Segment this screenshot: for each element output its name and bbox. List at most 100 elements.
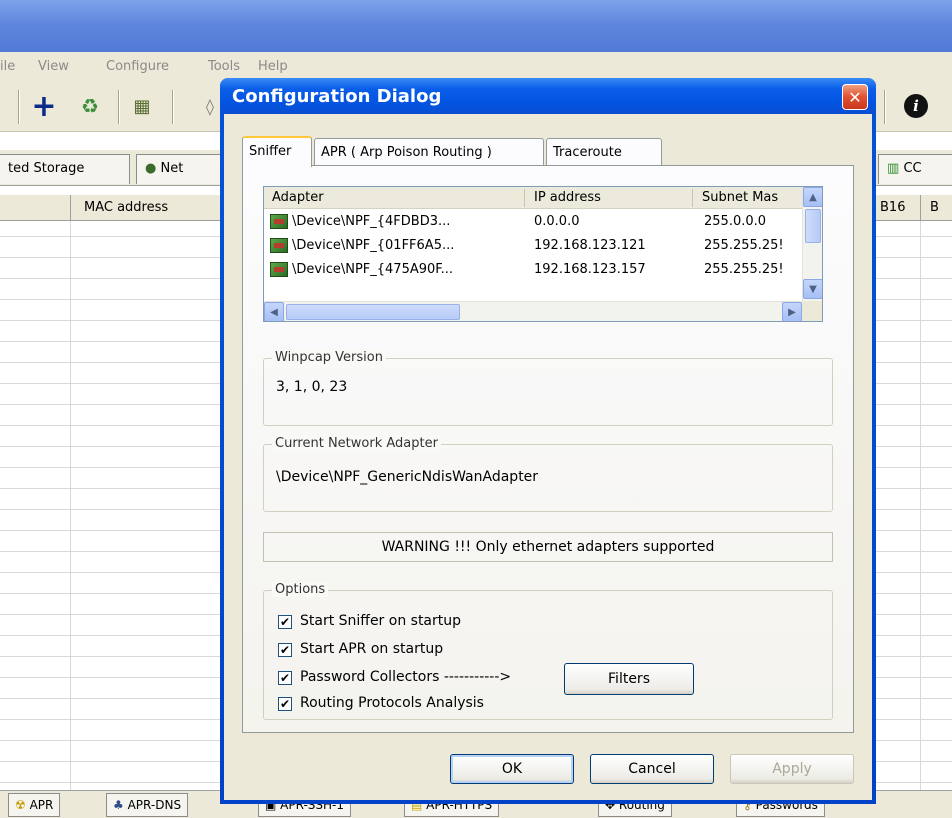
current-adapter-label: Current Network Adapter	[272, 436, 441, 451]
adapter-list[interactable]: Adapter IP address Subnet Mas \Device\NP…	[263, 186, 823, 322]
tab-network[interactable]: ● Net	[136, 154, 226, 184]
adapter-row[interactable]: \Device\NPF_{01FF6A5... 192.168.123.121 …	[264, 235, 802, 257]
scroll-up-icon[interactable]: ▲	[803, 187, 822, 207]
option-label: Start APR on startup	[300, 641, 444, 657]
tab-apr[interactable]: ☢ APR	[8, 793, 61, 817]
toolbar-separator	[884, 90, 886, 124]
menu-file[interactable]: ile	[0, 59, 15, 74]
options-label: Options	[272, 582, 329, 597]
column-b16[interactable]: B16	[880, 200, 905, 215]
button-label: Apply	[772, 761, 812, 777]
about-icon[interactable]: i	[904, 94, 928, 118]
column-divider[interactable]	[692, 189, 693, 207]
adapter-mask: 255.0.0.0	[704, 214, 767, 229]
tab-label: CC	[903, 161, 922, 176]
warning-text: WARNING !!! Only ethernet adapters suppo…	[381, 539, 715, 555]
adapter-mask: 255.255.25!	[704, 262, 784, 277]
adapter-name: \Device\NPF_{4FDBD3...	[292, 214, 451, 229]
add-icon[interactable]: +	[30, 89, 58, 124]
app-menubar: ile View Configure Tools Help	[0, 52, 952, 80]
toolbar-separator	[172, 90, 174, 124]
option-label: Start Sniffer on startup	[300, 613, 462, 629]
column-mac-address[interactable]: MAC address	[84, 200, 168, 215]
toolbar-separator	[118, 90, 120, 124]
tab-label: Traceroute	[553, 145, 622, 160]
checkbox-checked[interactable]: ✔	[278, 615, 292, 629]
adapter-name: \Device\NPF_{01FF6A5...	[292, 238, 455, 253]
tab-apr-dns[interactable]: ♣ APR-DNS	[106, 793, 189, 817]
sniffer-panel: Adapter IP address Subnet Mas \Device\NP…	[242, 165, 854, 733]
column-b[interactable]: B	[930, 200, 939, 215]
tab-label: APR ( Arp Poison Routing )	[321, 145, 492, 160]
recycle-bin-icon[interactable]: ♻	[76, 92, 104, 120]
dialog-titlebar[interactable]: Configuration Dialog ✕	[220, 78, 876, 114]
scroll-right-icon[interactable]: ▶	[782, 302, 802, 321]
adapter-ip: 192.168.123.157	[534, 262, 646, 277]
tab-traceroute[interactable]: Traceroute	[546, 138, 662, 166]
network-icon: ●	[145, 161, 157, 176]
column-subnet-mask[interactable]: Subnet Mas	[702, 190, 778, 205]
scroll-thumb[interactable]	[286, 304, 460, 320]
column-divider[interactable]	[524, 189, 525, 207]
winpcap-group: Winpcap Version 3, 1, 0, 23	[263, 350, 833, 426]
filters-button[interactable]: Filters	[564, 663, 694, 695]
close-icon[interactable]: ✕	[842, 84, 868, 110]
current-adapter-value: \Device\NPF_GenericNdisWanAdapter	[276, 469, 539, 485]
ethernet-warning: WARNING !!! Only ethernet adapters suppo…	[263, 532, 833, 562]
adapter-list-hscrollbar[interactable]: ◀ ▶	[264, 301, 802, 321]
scroll-thumb[interactable]	[805, 209, 821, 243]
column-divider	[70, 195, 71, 221]
adapter-row[interactable]: \Device\NPF_{4FDBD3... 0.0.0.0 255.0.0.0	[264, 211, 802, 233]
tab-sniffer[interactable]: Sniffer	[242, 136, 312, 167]
current-adapter-group: Current Network Adapter \Device\NPF_Gene…	[263, 436, 833, 512]
toolbar-separator	[18, 90, 20, 124]
tab-label: APR-DNS	[127, 798, 182, 812]
scroll-corner	[802, 301, 822, 321]
column-ip-address[interactable]: IP address	[534, 190, 601, 205]
chart-icon: ▥	[887, 161, 900, 176]
tab-label: Sniffer	[249, 144, 292, 159]
apply-button[interactable]: Apply	[730, 754, 854, 784]
adapter-list-vscrollbar[interactable]: ▲ ▼	[802, 187, 822, 301]
network-card-icon	[270, 214, 288, 229]
adapter-ip: 192.168.123.121	[534, 238, 646, 253]
cancel-button[interactable]: Cancel	[590, 754, 714, 784]
decode-icon[interactable]: ▦	[128, 92, 156, 120]
grid-column-line	[920, 221, 921, 795]
grid-column-line	[70, 221, 71, 795]
checkbox-checked[interactable]: ✔	[278, 643, 292, 657]
radiation-icon: ☢	[15, 798, 26, 812]
dns-icon: ♣	[113, 798, 124, 812]
column-adapter[interactable]: Adapter	[272, 190, 324, 205]
adapter-name: \Device\NPF_{475A90F...	[292, 262, 454, 277]
menu-view[interactable]: View	[38, 59, 69, 74]
adapter-ip: 0.0.0.0	[534, 214, 580, 229]
winpcap-version: 3, 1, 0, 23	[276, 379, 348, 395]
network-card-icon	[270, 262, 288, 277]
network-card-icon	[270, 238, 288, 253]
configuration-dialog: Configuration Dialog ✕ Sniffer APR ( Arp…	[220, 78, 876, 804]
app-titlebar	[0, 0, 952, 52]
tab-apr-config[interactable]: APR ( Arp Poison Routing )	[314, 138, 544, 166]
winpcap-label: Winpcap Version	[272, 350, 386, 365]
tab-label: ted Storage	[8, 161, 85, 176]
tab-label: APR	[29, 798, 54, 812]
ok-button[interactable]: OK	[450, 754, 574, 784]
menu-help[interactable]: Help	[258, 59, 288, 74]
button-label: Filters	[608, 671, 650, 687]
menu-configure[interactable]: Configure	[106, 59, 169, 74]
tab-label: Net	[160, 161, 184, 176]
options-group: Options ✔ Start Sniffer on startup ✔ Sta…	[263, 582, 833, 720]
checkbox-checked[interactable]: ✔	[278, 697, 292, 711]
dialog-title: Configuration Dialog	[232, 86, 442, 107]
scroll-down-icon[interactable]: ▼	[803, 279, 822, 299]
menu-tools[interactable]: Tools	[208, 59, 240, 74]
adapter-list-header: Adapter IP address Subnet Mas	[264, 187, 802, 209]
tab-protected-storage[interactable]: ted Storage	[0, 154, 130, 184]
adapter-mask: 255.255.25!	[704, 238, 784, 253]
option-label: Password Collectors ----------->	[300, 669, 512, 685]
scroll-left-icon[interactable]: ◀	[264, 302, 284, 321]
adapter-row[interactable]: \Device\NPF_{475A90F... 192.168.123.157 …	[264, 259, 802, 281]
tab-cc[interactable]: ▥ CC	[878, 154, 952, 184]
checkbox-checked[interactable]: ✔	[278, 671, 292, 685]
